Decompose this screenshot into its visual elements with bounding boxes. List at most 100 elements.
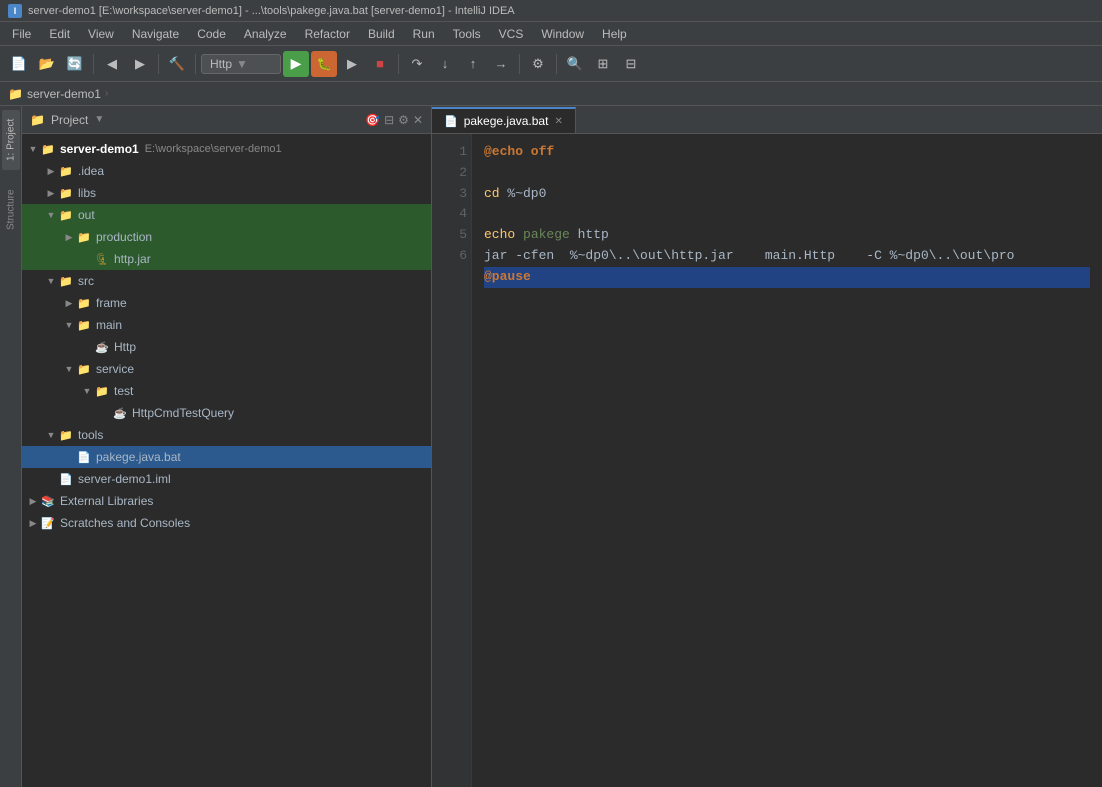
project-side-tab[interactable]: 1: Project [2, 110, 20, 170]
back-button[interactable]: ◀ [99, 51, 125, 77]
line-num-3: 3 [436, 184, 467, 205]
tree-label-libs: libs [78, 186, 96, 200]
breadcrumb-folder-icon: 📁 [8, 87, 23, 101]
tree-item-iml[interactable]: 📄 server-demo1.iml [22, 468, 431, 490]
tree-arrow-service: ▼ [62, 364, 76, 374]
tree-item-src[interactable]: ▼ 📁 src [22, 270, 431, 292]
tree-item-http-class[interactable]: ☕ Http [22, 336, 431, 358]
search-button[interactable]: 🔍 [562, 51, 588, 77]
tree-item-pakege-bat[interactable]: 📄 pakege.java.bat [22, 446, 431, 468]
tree-item-tools[interactable]: ▼ 📁 tools [22, 424, 431, 446]
structure-side-tab[interactable]: Structure [2, 180, 20, 240]
terminal-button[interactable]: ⊞ [590, 51, 616, 77]
build-button[interactable]: 🔨 [164, 51, 190, 77]
locate-icon[interactable]: 🎯 [365, 113, 380, 127]
tab-pakege-bat-label: pakege.java.bat [464, 114, 549, 128]
menu-window[interactable]: Window [533, 25, 592, 43]
tree-item-production[interactable]: ▶ 📁 production [22, 226, 431, 248]
tree-label-service: service [96, 362, 134, 376]
tree-label-src: src [78, 274, 94, 288]
step-into-button[interactable]: ↓ [432, 51, 458, 77]
tree-item-frame[interactable]: ▶ 📁 frame [22, 292, 431, 314]
tree-arrow-scratches: ▶ [26, 518, 40, 529]
step-over-button[interactable]: ↷ [404, 51, 430, 77]
run-config-dropdown[interactable]: Http ▼ [201, 54, 281, 74]
hide-icon[interactable]: ✕ [413, 113, 423, 127]
menu-bar: File Edit View Navigate Code Analyze Ref… [0, 22, 1102, 46]
menu-analyze[interactable]: Analyze [236, 25, 295, 43]
tree-item-main[interactable]: ▼ 📁 main [22, 314, 431, 336]
menu-edit[interactable]: Edit [41, 25, 78, 43]
jar-icon-http: 🗜 [94, 251, 110, 267]
menu-run[interactable]: Run [405, 25, 443, 43]
tree-item-http-jar[interactable]: 🗜 http.jar [22, 248, 431, 270]
editor-tabs: 📄 pakege.java.bat ✕ [432, 106, 1102, 134]
chevron-down-icon: ▼ [236, 57, 248, 71]
folder-icon-test: 📁 [94, 383, 110, 399]
tree-item-idea[interactable]: ▶ 📁 .idea [22, 160, 431, 182]
tab-pakege-bat[interactable]: 📄 pakege.java.bat ✕ [432, 107, 576, 133]
separator-3 [195, 54, 196, 74]
tree-arrow-idea: ▶ [44, 166, 58, 177]
tree-item-service[interactable]: ▼ 📁 service [22, 358, 431, 380]
tree-label-pakege-bat: pakege.java.bat [96, 450, 181, 464]
menu-view[interactable]: View [80, 25, 122, 43]
settings-icon[interactable]: ⚙ [398, 113, 409, 127]
new-file-button[interactable]: 📄 [6, 51, 32, 77]
project-header-label: Project [51, 113, 88, 127]
code-editor[interactable]: 1 2 3 4 5 6 @echo off cd %~dp0 echo pake… [432, 134, 1102, 787]
coverage-button[interactable]: ▶ [339, 51, 365, 77]
project-tab-label: 1: Project [5, 119, 16, 161]
menu-code[interactable]: Code [189, 25, 234, 43]
tree-label-root: server-demo1 [60, 142, 139, 156]
tree-label-production: production [96, 230, 152, 244]
forward-button[interactable]: ▶ [127, 51, 153, 77]
iml-icon: 📄 [58, 471, 74, 487]
tree-arrow-libs: ▶ [44, 188, 58, 199]
separator-1 [93, 54, 94, 74]
run-config-label: Http [210, 57, 232, 71]
folder-icon-root: 📁 [40, 141, 56, 157]
menu-help[interactable]: Help [594, 25, 635, 43]
separator-2 [158, 54, 159, 74]
line-num-5: 5 [436, 225, 467, 246]
debug-button[interactable]: 🐛 [311, 51, 337, 77]
menu-build[interactable]: Build [360, 25, 403, 43]
tree-item-scratches[interactable]: ▶ 📝 Scratches and Consoles [22, 512, 431, 534]
tree-item-external-libs[interactable]: ▶ 📚 External Libraries [22, 490, 431, 512]
folder-icon-service: 📁 [76, 361, 92, 377]
menu-refactor[interactable]: Refactor [297, 25, 358, 43]
bat-icon-pakege: 📄 [76, 449, 92, 465]
folder-icon-production: 📁 [76, 229, 92, 245]
collapse-icon[interactable]: ⊟ [384, 113, 394, 127]
step-out-button[interactable]: ↑ [460, 51, 486, 77]
tree-root-server-demo1[interactable]: ▼ 📁 server-demo1 E:\workspace\server-dem… [22, 138, 431, 160]
tree-item-test[interactable]: ▼ 📁 test [22, 380, 431, 402]
tab-close-button[interactable]: ✕ [554, 116, 562, 127]
ext-libs-icon: 📚 [40, 493, 56, 509]
header-dropdown-icon: ▼ [94, 114, 104, 125]
folder-icon-main: 📁 [76, 317, 92, 333]
open-button[interactable]: 📂 [34, 51, 60, 77]
tree-label-idea: .idea [78, 164, 104, 178]
menu-file[interactable]: File [4, 25, 39, 43]
menu-navigate[interactable]: Navigate [124, 25, 187, 43]
run-to-cursor-button[interactable]: → [488, 51, 514, 77]
tree-label-tools: tools [78, 428, 103, 442]
menu-vcs[interactable]: VCS [491, 25, 532, 43]
folder-icon-src: 📁 [58, 273, 74, 289]
tree-item-out[interactable]: ▼ 📁 out [22, 204, 431, 226]
settings-button[interactable]: ⚙ [525, 51, 551, 77]
run-button[interactable]: ▶ [283, 51, 309, 77]
tree-arrow-frame: ▶ [62, 298, 76, 309]
stop-button[interactable]: ■ [367, 51, 393, 77]
breadcrumb-project[interactable]: server-demo1 [27, 87, 101, 101]
tree-item-httpcmdtestquery[interactable]: ☕ HttpCmdTestQuery [22, 402, 431, 424]
tree-label-test: test [114, 384, 133, 398]
breadcrumb: 📁 server-demo1 › [0, 82, 1102, 106]
sync-button[interactable]: 🔄 [62, 51, 88, 77]
code-content[interactable]: @echo off cd %~dp0 echo pakege http jar … [472, 134, 1102, 787]
vcs-log-button[interactable]: ⊟ [618, 51, 644, 77]
tree-item-libs[interactable]: ▶ 📁 libs [22, 182, 431, 204]
menu-tools[interactable]: Tools [445, 25, 489, 43]
